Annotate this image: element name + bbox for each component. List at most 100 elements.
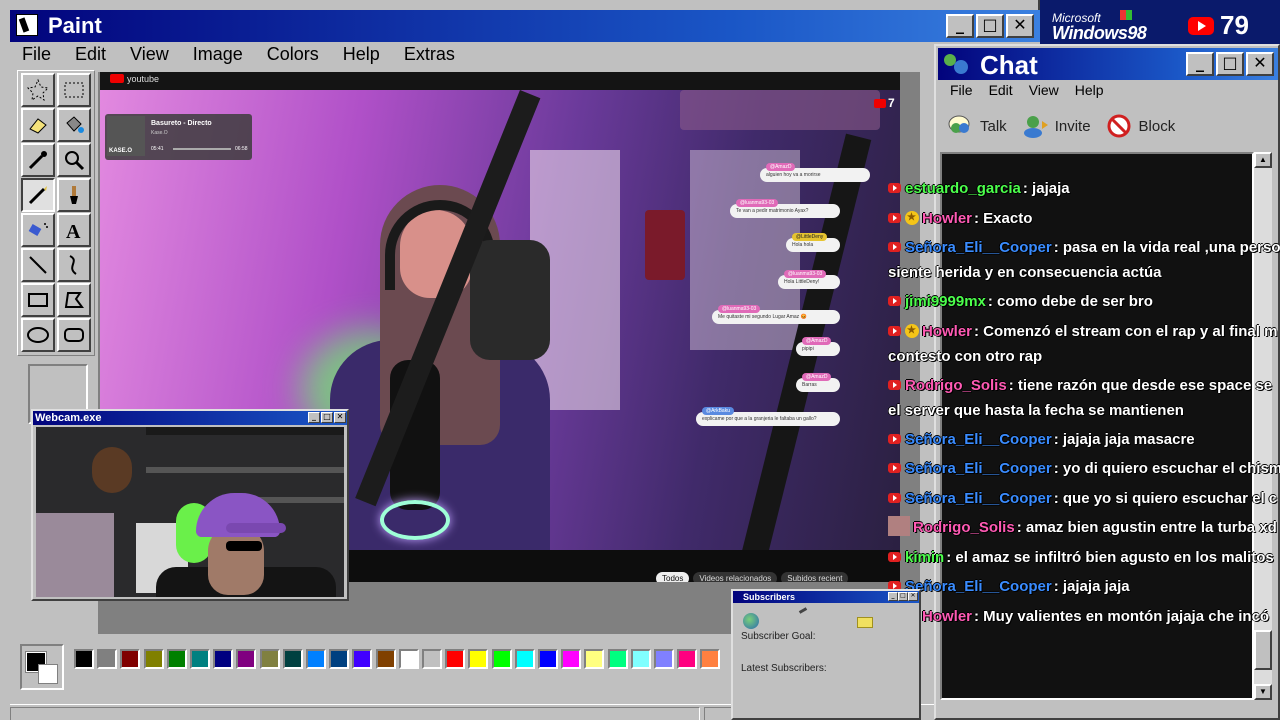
color-swatch[interactable] — [74, 649, 94, 669]
close-button[interactable]: ✕ — [908, 592, 918, 601]
minimize-button[interactable]: _ — [1186, 52, 1214, 76]
color-swatch[interactable] — [282, 649, 303, 669]
eraser-tool[interactable] — [21, 108, 55, 142]
color-swatch[interactable] — [375, 649, 396, 669]
color-swatch[interactable] — [97, 649, 118, 669]
color-swatch[interactable] — [514, 649, 535, 669]
block-button[interactable]: Block — [1105, 112, 1175, 140]
maximize-button[interactable]: □ — [1216, 52, 1244, 76]
chat-menu-view[interactable]: View — [1021, 82, 1067, 98]
color-picker-tool[interactable] — [21, 143, 55, 177]
chat-username[interactable]: Señora_Eli__Cooper — [905, 239, 1052, 256]
color-swatch[interactable] — [120, 649, 141, 669]
rounded-rect-tool[interactable] — [57, 318, 91, 352]
minimize-button[interactable]: _ — [946, 14, 974, 38]
subscribers-title-bar[interactable]: Subscribers _ □ ✕ — [733, 591, 919, 603]
color-swatch[interactable] — [607, 649, 628, 669]
chat-username[interactable]: Howler — [922, 323, 972, 340]
menu-help[interactable]: Help — [331, 42, 392, 70]
youtube-icon — [888, 433, 901, 444]
color-swatch[interactable] — [143, 649, 164, 669]
chat-title-bar[interactable]: Chat _ □ ✕ — [938, 48, 1278, 80]
maximize-button[interactable]: □ — [321, 412, 333, 423]
chat-username[interactable]: kimin — [905, 549, 944, 566]
scroll-thumb[interactable] — [1254, 630, 1272, 670]
color-swatch[interactable] — [654, 649, 674, 669]
chat-username[interactable]: Rodrigo_Solis — [913, 519, 1015, 536]
airbrush-tool[interactable] — [21, 213, 55, 247]
chat-username[interactable]: Rodrigo_Solis — [905, 377, 1007, 394]
color-swatch[interactable] — [236, 649, 257, 669]
close-button[interactable]: ✕ — [1006, 14, 1034, 38]
color-swatch[interactable] — [329, 649, 350, 669]
chat-menu-edit[interactable]: Edit — [981, 82, 1021, 98]
close-button[interactable]: ✕ — [334, 412, 346, 423]
minimize-button[interactable]: _ — [888, 592, 898, 601]
globe-icon — [743, 613, 759, 629]
menu-image[interactable]: Image — [181, 42, 255, 70]
color-swatch[interactable] — [398, 649, 419, 669]
mic-ring-light — [380, 500, 450, 540]
color-swatch[interactable] — [677, 649, 698, 669]
chat-username[interactable]: Señora_Eli__Cooper — [905, 431, 1052, 448]
minimize-button[interactable]: _ — [308, 412, 320, 423]
color-swatch[interactable] — [422, 649, 442, 669]
maximize-button[interactable]: □ — [898, 592, 908, 601]
text-tool[interactable]: A — [57, 213, 91, 247]
color-swatch[interactable] — [190, 649, 210, 669]
color-swatch[interactable] — [306, 649, 326, 669]
free-select-tool[interactable] — [21, 73, 55, 107]
color-swatch[interactable] — [561, 649, 582, 669]
talk-button[interactable]: Talk — [946, 112, 1007, 140]
webcam-window[interactable]: Webcam.exe _ □ ✕ — [31, 409, 349, 601]
paint-title-bar[interactable]: Paint _ □ ✕ — [10, 10, 1040, 42]
polygon-tool[interactable] — [57, 283, 91, 317]
chat-username[interactable]: estuardo_garcia — [905, 180, 1021, 197]
maximize-button[interactable]: □ — [976, 14, 1004, 38]
chat-username[interactable]: jimi9999mx — [905, 293, 986, 310]
chat-username[interactable]: Howler — [922, 608, 972, 625]
color-swatch[interactable] — [700, 649, 721, 669]
color-swatch[interactable] — [584, 649, 605, 669]
curve-tool[interactable] — [57, 248, 91, 282]
subscribers-window[interactable]: Subscribers _ □ ✕ Subscriber Goal: Lates… — [731, 589, 921, 720]
color-swatch[interactable] — [259, 649, 280, 669]
current-colors[interactable] — [20, 644, 64, 690]
tab-recent[interactable]: Subidos recient — [781, 572, 849, 582]
ellipse-tool[interactable] — [21, 318, 55, 352]
menu-extras[interactable]: Extras — [392, 42, 467, 70]
brush-tool[interactable] — [57, 178, 91, 212]
color-swatch[interactable] — [213, 649, 234, 669]
chat-username[interactable]: Señora_Eli__Cooper — [905, 490, 1052, 507]
background-color[interactable] — [38, 664, 58, 684]
chat-username[interactable]: Señora_Eli__Cooper — [905, 460, 1052, 477]
invite-button[interactable]: Invite — [1021, 112, 1091, 140]
chat-username[interactable]: Howler — [922, 210, 972, 227]
color-swatch[interactable] — [468, 649, 489, 669]
tab-all[interactable]: Todos — [656, 572, 690, 582]
webcam-title-bar[interactable]: Webcam.exe _ □ ✕ — [33, 411, 347, 425]
color-swatch[interactable] — [445, 649, 466, 669]
color-swatch[interactable] — [538, 649, 558, 669]
scroll-up-button[interactable]: ▲ — [1254, 152, 1272, 168]
menu-edit[interactable]: Edit — [63, 42, 118, 70]
scroll-down-button[interactable]: ▼ — [1254, 684, 1272, 700]
rect-select-tool[interactable] — [57, 73, 91, 107]
chat-menu-help[interactable]: Help — [1067, 82, 1112, 98]
chat-username[interactable]: Señora_Eli__Cooper — [905, 578, 1052, 595]
close-button[interactable]: ✕ — [1246, 52, 1274, 76]
rectangle-tool[interactable] — [21, 283, 55, 317]
tab-related[interactable]: Videos relacionados — [693, 572, 778, 582]
color-swatch[interactable] — [166, 649, 187, 669]
menu-file[interactable]: File — [10, 42, 63, 70]
menu-colors[interactable]: Colors — [255, 42, 331, 70]
color-swatch[interactable] — [491, 649, 512, 669]
chat-menu-file[interactable]: File — [942, 82, 981, 98]
menu-view[interactable]: View — [118, 42, 181, 70]
color-swatch[interactable] — [352, 649, 373, 669]
fill-tool[interactable] — [57, 108, 91, 142]
pencil-tool[interactable] — [21, 178, 55, 212]
color-swatch[interactable] — [630, 649, 651, 669]
magnifier-tool[interactable] — [57, 143, 91, 177]
line-tool[interactable] — [21, 248, 55, 282]
